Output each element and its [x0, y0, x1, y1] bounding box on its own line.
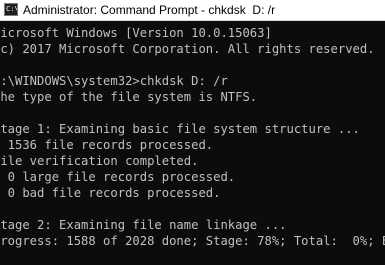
title-bar[interactable]: C:\ Administrator: Command Prompt - chkd… — [0, 0, 385, 21]
console-line: Stage 1: Examining basic file system str… — [0, 122, 360, 136]
console-line: The type of the file system is NTFS. — [0, 90, 258, 104]
console-line: (c) 2017 Microsoft Corporation. All righ… — [0, 42, 375, 56]
command-prompt-window: C:\ Administrator: Command Prompt - chkd… — [0, 0, 385, 265]
console-line: Stage 2: Examining file name linkage ... — [0, 218, 287, 232]
console-line: Progress: 1588 of 2028 done; Stage: 78%;… — [0, 234, 385, 248]
console-output[interactable]: Microsoft Windows [Version 10.0.15063] (… — [0, 22, 385, 265]
console-line: Microsoft Windows [Version 10.0.15063] — [0, 26, 272, 40]
console-line: C:\WINDOWS\system32>chkdsk D: /r — [0, 74, 228, 88]
window-title: Administrator: Command Prompt - chkdsk D… — [23, 3, 276, 17]
console-line: 1536 file records processed. — [0, 138, 214, 152]
command-prompt-icon: C:\ — [4, 3, 18, 16]
console-line: 0 large file records processed. — [0, 170, 236, 184]
console-line: 0 bad file records processed. — [0, 186, 221, 200]
console-line: File verification completed. — [0, 154, 199, 168]
